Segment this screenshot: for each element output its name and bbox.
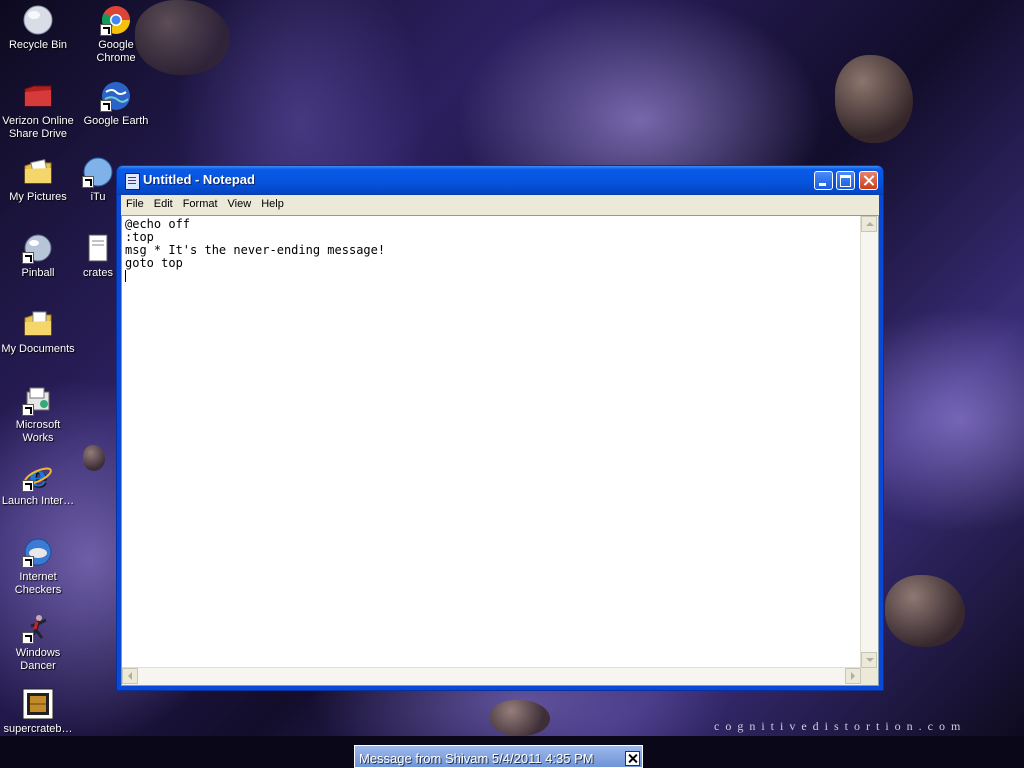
close-icon[interactable] [625,751,640,766]
menu-bar: File Edit Format View Help [121,195,879,214]
desktop-icon-windows-dancer[interactable]: Windows Dancer [0,612,76,673]
window-titlebar[interactable]: Untitled - Notepad [117,166,883,195]
shortcut-arrow-icon [22,480,34,492]
background-rock [490,700,550,736]
text-line: goto top [125,256,183,270]
desktop-icon-label: My Pictures [9,191,67,203]
text-line-current [125,270,385,283]
shortcut-arrow-icon [100,100,112,112]
pinball-icon [22,232,54,264]
notepad-window[interactable]: Untitled - Notepad File Edit Format View Hel… [116,165,884,691]
folder-red-icon [22,80,54,112]
dancer-icon [22,612,54,644]
desktop-icon-label: Verizon Online Share Drive [2,115,74,140]
background-rock [885,575,965,647]
desktop-icon-crates[interactable]: crates [78,232,118,280]
menu-help[interactable]: Help [256,195,289,210]
shortcut-arrow-icon [82,176,94,188]
shortcut-arrow-icon [22,252,34,264]
editor-text[interactable]: @echo off:top msg * It's the never-ending… [125,218,385,283]
shortcut-arrow-icon [22,556,34,568]
desktop-icon-google-earth[interactable]: Google Earth [78,80,154,128]
scroll-down-button[interactable] [861,652,877,668]
window-client: File Edit Format View Help @echo off:top msg … [121,195,879,686]
desktop-icon-label: Microsoft Works [15,419,61,444]
window-title: Untitled - Notepad [143,172,255,187]
desktop-icon-label: Internet Checkers [14,571,62,596]
text-editor[interactable]: @echo off:top msg * It's the never-ending… [121,215,879,686]
desktop-icon-internet-checkers[interactable]: Internet Checkers [0,536,76,597]
notepad-icon[interactable] [125,173,140,190]
desktop-icon-microsoft-works[interactable]: Microsoft Works [0,384,76,445]
shortcut-arrow-icon [22,404,34,416]
document-icon [82,232,114,264]
text-caret [125,270,126,282]
desktop-icon-label: My Documents [1,343,75,355]
background-rock [83,445,105,471]
menu-view[interactable]: View [223,195,257,210]
works-icon [22,384,54,416]
desktop-icon-my-pictures[interactable]: My Pictures [0,156,76,204]
background-rock [835,55,913,143]
vertical-scrollbar[interactable] [860,216,878,668]
desktop-icon-label: crates [83,267,113,279]
message-popup-title: Message from Shivam 5/4/2011 4:35 PM [359,751,594,766]
desktop-icon-pinball[interactable]: Pinball [0,232,76,280]
horizontal-scrollbar[interactable] [122,667,861,685]
desktop-icon-label: Recycle Bin [8,39,68,51]
internet-explorer-icon: e [22,460,54,493]
menu-file[interactable]: File [121,195,149,210]
chrome-icon [100,4,132,36]
desktop-icon-launch-internet-explorer[interactable]: e Launch Inter… [0,460,76,508]
desktop-icon-label: Windows Dancer [15,647,61,672]
globe-icon [100,80,132,112]
recycle-bin-icon [22,4,54,36]
desktop-icon-label: Google Earth [83,115,149,127]
scroll-up-button[interactable] [861,216,877,232]
scroll-left-button[interactable] [122,668,138,684]
desktop-icon-google-chrome[interactable]: Google Chrome [78,4,154,65]
desktop-icon-label: Launch Inter… [1,495,75,507]
crate-game-icon [22,688,54,720]
maximize-button[interactable] [836,171,855,190]
desktop-icon-label: iTu [90,191,106,203]
folder-pictures-icon [22,156,54,188]
desktop-icon-supercrateb[interactable]: supercrateb… [0,688,76,736]
desktop-icon-verizon-share-drive[interactable]: Verizon Online Share Drive [0,80,76,141]
itunes-icon [82,156,114,188]
message-popup-titlebar[interactable]: Message from Shivam 5/4/2011 4:35 PM [354,745,643,768]
desktop-icon-itunes[interactable]: iTu [78,156,118,204]
checkers-icon [22,536,54,568]
wallpaper-watermark: cognitivedistortion.com [714,719,967,733]
close-button[interactable] [859,171,878,190]
shortcut-arrow-icon [100,24,112,36]
folder-documents-icon [22,308,54,340]
desktop-icon-my-documents[interactable]: My Documents [0,308,76,356]
size-grip[interactable] [861,668,878,685]
scroll-right-button[interactable] [845,668,861,684]
minimize-button[interactable] [814,171,833,190]
text-line: @echo off [125,217,191,231]
menu-edit[interactable]: Edit [149,195,178,210]
desktop-icon-label: Google Chrome [96,39,136,64]
desktop-icon-label: Pinball [21,267,55,279]
desktop-icon-label: supercrateb… [3,723,73,735]
shortcut-arrow-icon [22,632,34,644]
desktop-icon-recycle-bin[interactable]: Recycle Bin [0,4,76,52]
menu-format[interactable]: Format [178,195,223,210]
